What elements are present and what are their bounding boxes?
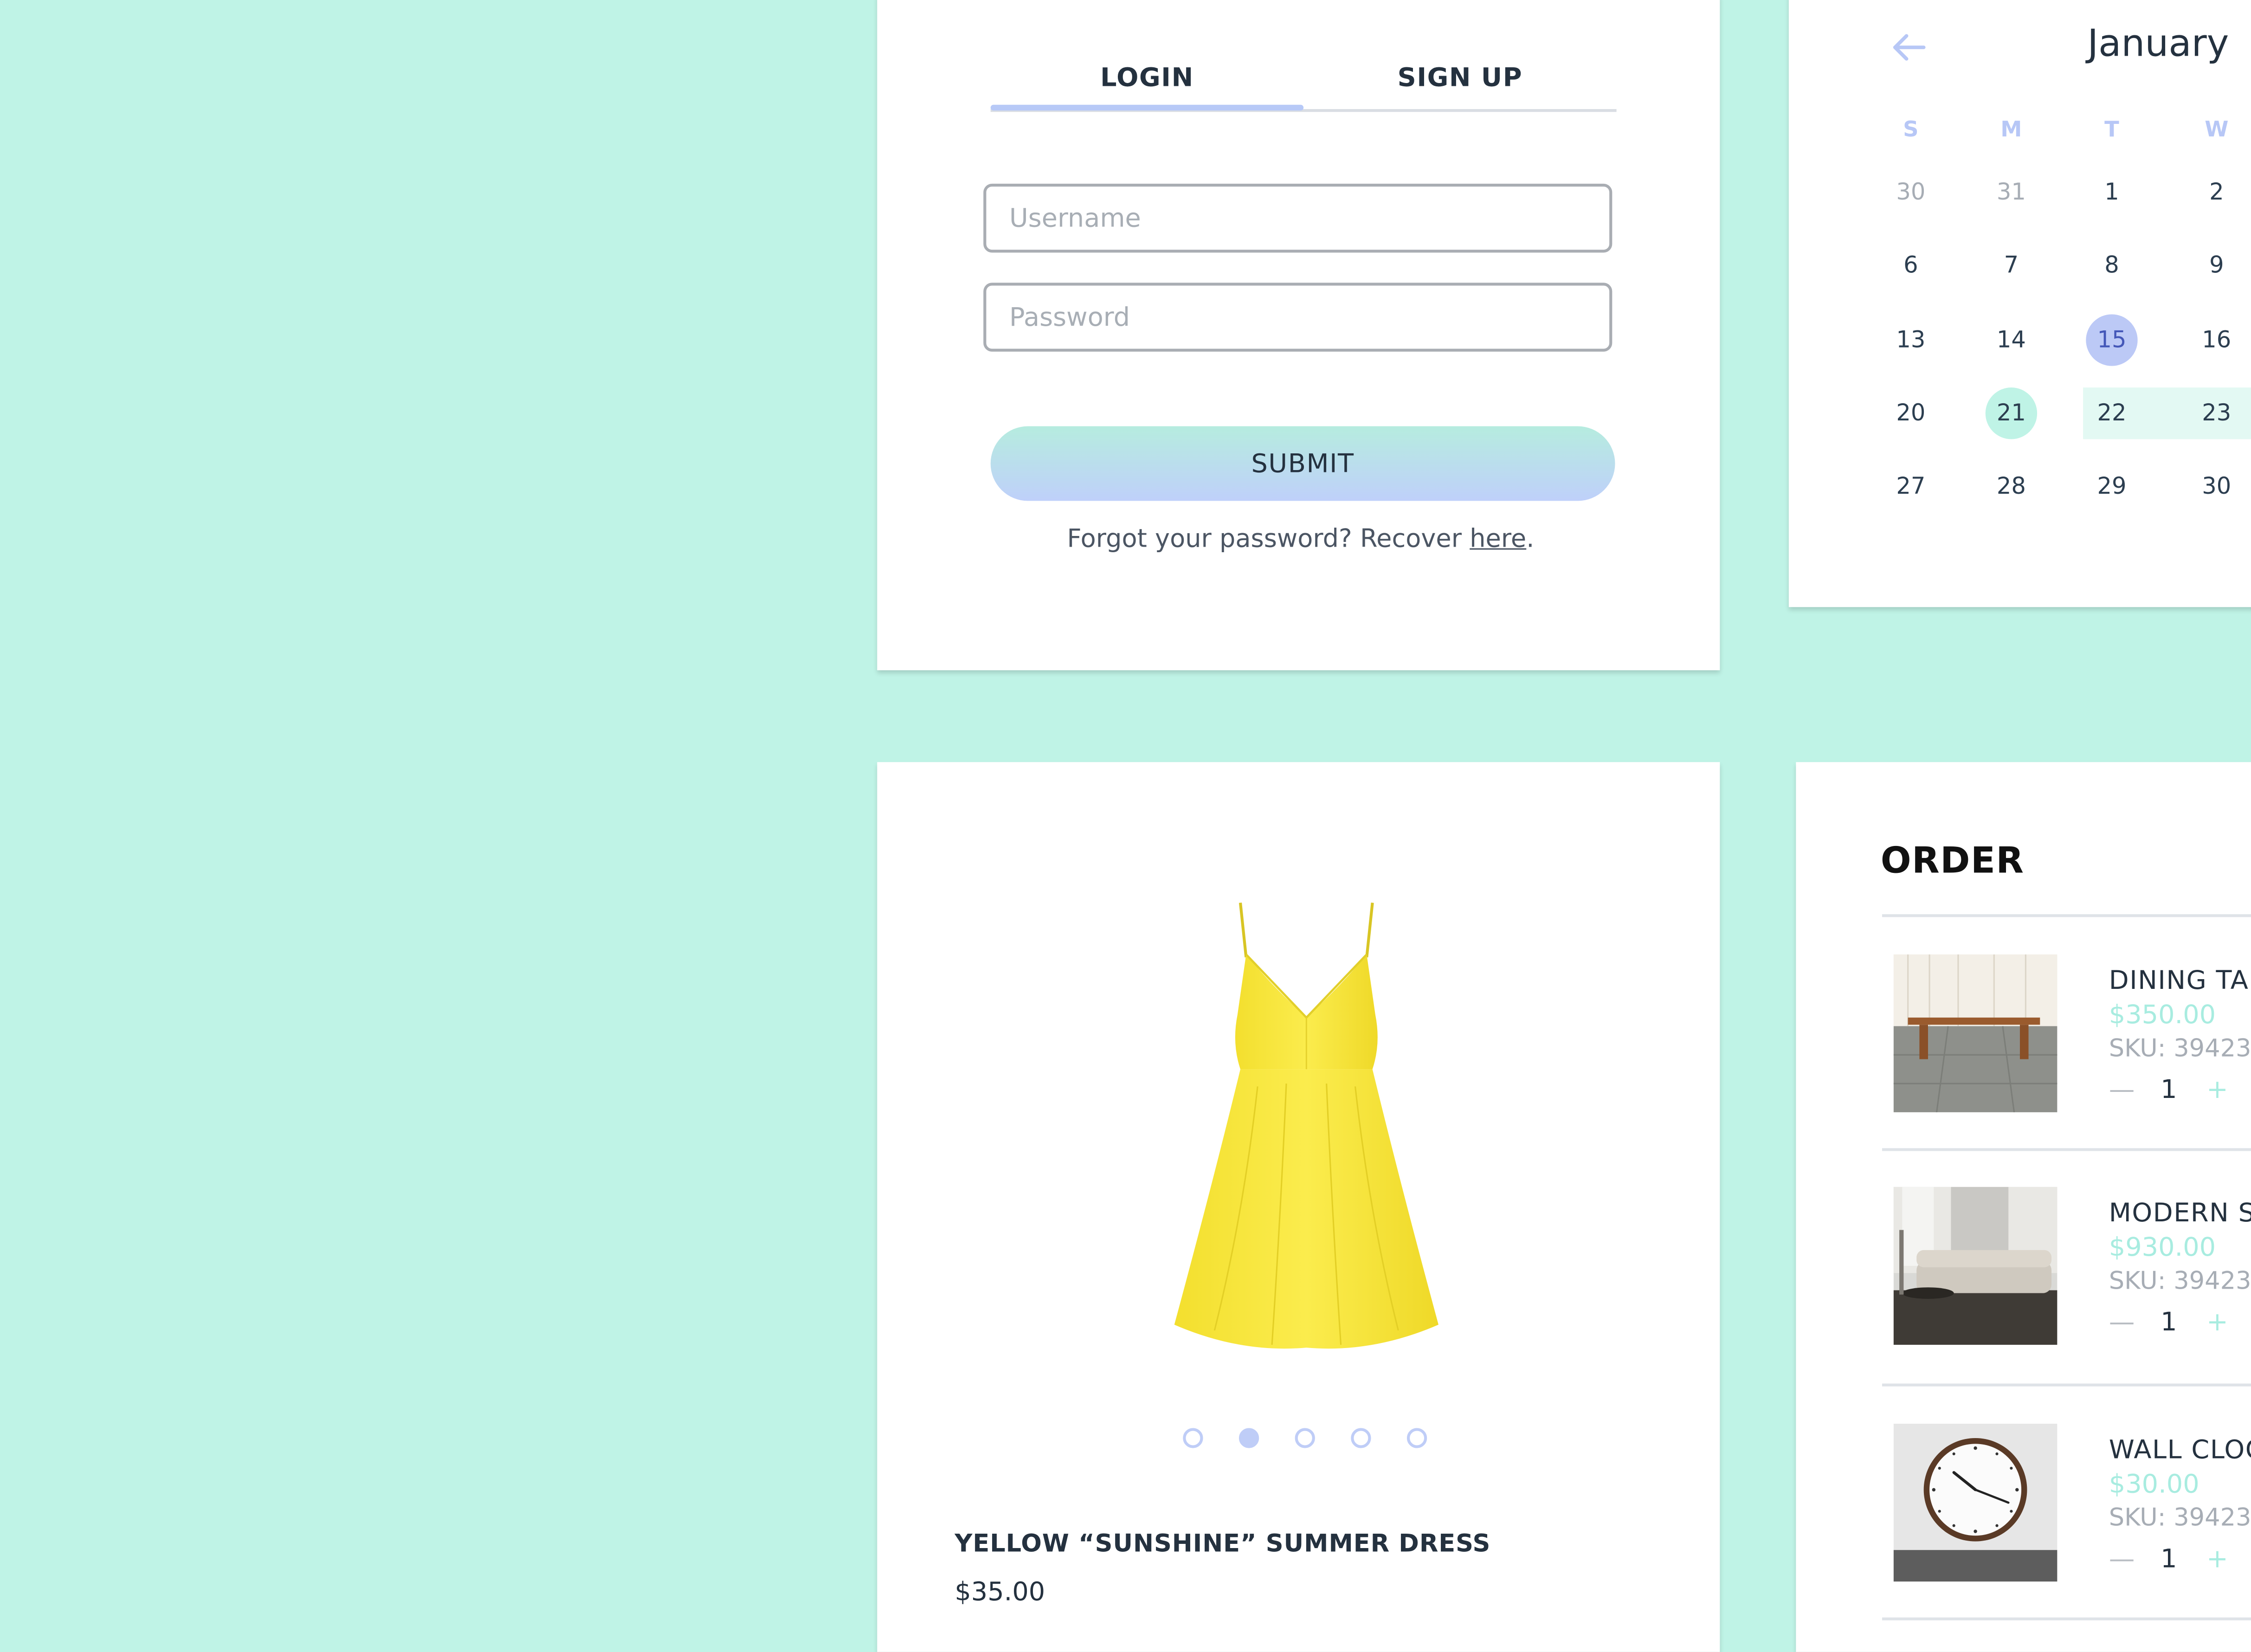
password-input[interactable] xyxy=(983,283,1612,352)
recover-link[interactable]: here xyxy=(1470,525,1526,554)
increase-quantity-button[interactable]: + xyxy=(2206,1308,2228,1338)
calendar-month: January xyxy=(2087,23,2229,66)
product-card: YELLOW “SUNSHINE” SUMMER DRESS $35.00 xyxy=(877,762,1720,1652)
product-price: $35.00 xyxy=(955,1577,1045,1607)
divider xyxy=(1882,914,2251,917)
calendar-day[interactable]: 8 xyxy=(2062,234,2162,297)
calendar-day-number: 21 xyxy=(1996,399,2026,426)
login-card: LOGIN SIGN UP SUBMIT Forgot your passwor… xyxy=(877,0,1720,671)
auth-tabs: LOGIN SIGN UP xyxy=(990,52,1617,112)
calendar-week-row: 30 31 1 2 xyxy=(1861,161,2251,224)
weekday-label: S xyxy=(1903,116,1919,142)
dining-table-thumbnail[interactable] xyxy=(1893,954,2058,1112)
calendar-day[interactable]: 9 xyxy=(2167,234,2251,297)
item-quantity: 1 xyxy=(2161,1075,2177,1105)
order-card: ORDER DINING TAI $350.00 SKU: 39423 — 1 … xyxy=(1796,762,2251,1652)
calendar-day[interactable]: 29 xyxy=(2062,455,2162,518)
product-name[interactable]: YELLOW “SUNSHINE” SUMMER DRESS xyxy=(955,1530,1490,1559)
calendar-day[interactable]: 1 xyxy=(2062,161,2162,224)
item-sku: SKU: 39423 xyxy=(2109,1267,2251,1296)
calendar-day-range-start[interactable]: 21 xyxy=(1961,382,2062,445)
arrow-left-icon[interactable] xyxy=(1886,26,1929,69)
item-name[interactable]: MODERN S xyxy=(2109,1198,2251,1228)
calendar-day-selected[interactable]: 15 xyxy=(2062,309,2162,372)
order-item: MODERN S $930.00 SKU: 39423 — 1 + xyxy=(1893,1187,2251,1359)
decrease-quantity-button[interactable]: — xyxy=(2109,1075,2135,1105)
carousel-dots xyxy=(1183,1428,1470,1454)
calendar-day[interactable]: 16 xyxy=(2167,309,2251,372)
yellow-dress-image[interactable] xyxy=(1172,900,1445,1359)
item-quantity: 1 xyxy=(2161,1307,2177,1338)
calendar-week-row: 27 28 29 30 xyxy=(1861,455,2251,518)
calendar-day[interactable]: 30 xyxy=(2167,455,2251,518)
item-sku: SKU: 39423 xyxy=(2109,1034,2251,1064)
carousel-dot-active[interactable] xyxy=(1238,1428,1259,1448)
calendar-day[interactable]: 13 xyxy=(1861,309,1961,372)
tab-signup[interactable]: SIGN UP xyxy=(1303,52,1616,106)
calendar-day[interactable]: 30 xyxy=(1861,161,1961,224)
calendar-day[interactable]: 20 xyxy=(1861,382,1961,445)
divider xyxy=(1882,1148,2251,1151)
increase-quantity-button[interactable]: + xyxy=(2206,1544,2228,1575)
carousel-dot[interactable] xyxy=(1351,1428,1371,1448)
calendar-week-row: 6 7 8 9 xyxy=(1861,234,2251,297)
item-quantity: 1 xyxy=(2161,1544,2177,1575)
stage: LOGIN SIGN UP SUBMIT Forgot your passwor… xyxy=(0,0,2251,1652)
order-item: WALL CLOC $30.00 SKU: 39423 — 1 + xyxy=(1893,1424,2251,1596)
divider xyxy=(1882,1383,2251,1387)
item-price: $350.00 xyxy=(2109,1000,2216,1031)
forgot-password-text: Forgot your password? Recover here. xyxy=(877,525,1724,554)
calendar-day[interactable]: 2 xyxy=(2167,161,2251,224)
carousel-dot[interactable] xyxy=(1183,1428,1203,1448)
forgot-password-label: Forgot your password? Recover xyxy=(1067,525,1470,554)
item-price: $930.00 xyxy=(2109,1233,2216,1263)
item-price: $30.00 xyxy=(2109,1470,2199,1500)
increase-quantity-button[interactable]: + xyxy=(2206,1075,2228,1105)
weekday-header-row: S M T W xyxy=(1861,97,2251,161)
calendar-week-row: 20 21 22 23 xyxy=(1861,382,2251,445)
active-tab-indicator xyxy=(990,104,1304,111)
calendar-day[interactable]: 14 xyxy=(1961,309,2062,372)
forgot-password-period: . xyxy=(1526,525,1535,554)
calendar-day[interactable]: 22 xyxy=(2062,382,2162,445)
order-item: DINING TAI $350.00 SKU: 39423 — 1 + xyxy=(1893,954,2251,1127)
order-title: ORDER xyxy=(1880,839,2025,881)
calendar-week-row: 13 14 15 16 xyxy=(1861,309,2251,372)
calendar-day-number: 15 xyxy=(2097,326,2127,353)
item-name[interactable]: DINING TAI xyxy=(2109,966,2251,996)
submit-button[interactable]: SUBMIT xyxy=(990,426,1615,501)
weekday-label: W xyxy=(2205,116,2229,142)
calendar-day[interactable]: 28 xyxy=(1961,455,2062,518)
tab-login[interactable]: LOGIN xyxy=(991,52,1303,106)
calendar-card: January S M T W 30 31 1 2 6 7 8 9 13 14 … xyxy=(1788,0,2251,607)
calendar-day[interactable]: 6 xyxy=(1861,234,1961,297)
calendar-day[interactable]: 7 xyxy=(1961,234,2062,297)
username-input[interactable] xyxy=(983,183,1612,253)
item-sku: SKU: 39423 xyxy=(2109,1504,2251,1533)
decrease-quantity-button[interactable]: — xyxy=(2109,1544,2135,1575)
carousel-dot[interactable] xyxy=(1406,1428,1427,1448)
carousel-dot[interactable] xyxy=(1295,1428,1315,1448)
calendar-day[interactable]: 31 xyxy=(1961,161,2062,224)
sofa-thumbnail[interactable] xyxy=(1893,1187,2058,1345)
decrease-quantity-button[interactable]: — xyxy=(2109,1308,2135,1338)
weekday-label: T xyxy=(2104,116,2119,142)
item-name[interactable]: WALL CLOC xyxy=(2109,1435,2251,1465)
divider xyxy=(1882,1617,2251,1620)
wall-clock-thumbnail[interactable] xyxy=(1893,1424,2058,1582)
weekday-label: M xyxy=(2000,116,2022,142)
calendar-day[interactable]: 23 xyxy=(2167,382,2251,445)
calendar-day[interactable]: 27 xyxy=(1861,455,1961,518)
